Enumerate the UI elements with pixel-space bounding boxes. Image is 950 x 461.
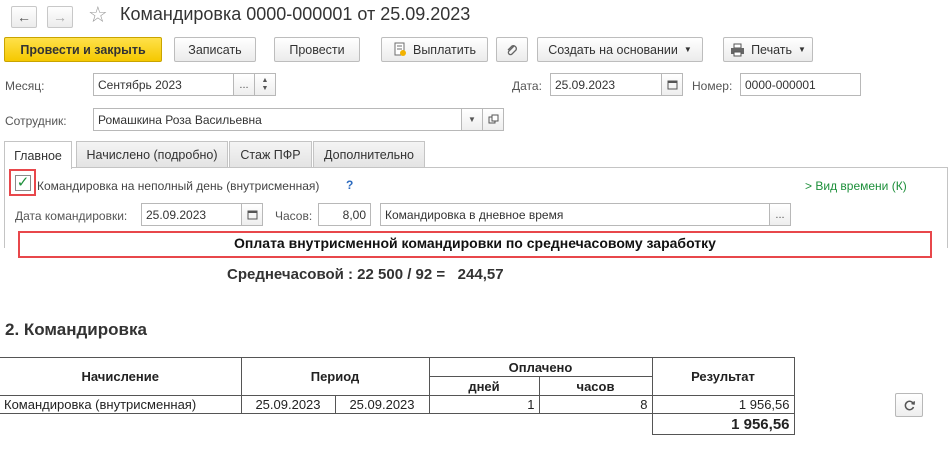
date-field[interactable]: 25.09.2023 (550, 73, 662, 96)
cell-result: 1 956,56 (651, 395, 795, 414)
chevron-down-icon: ▼ (261, 84, 269, 92)
save-button[interactable]: Записать (174, 37, 256, 62)
col-hours: часов (538, 376, 653, 396)
hours-label: Часов: (275, 209, 313, 223)
chevron-down-icon: ▼ (798, 45, 806, 54)
tab-additional-label: Дополнительно (324, 148, 414, 162)
number-field[interactable]: 0000-000001 (740, 73, 861, 96)
month-field[interactable]: Сентябрь 2023 (93, 73, 234, 96)
tab-additional[interactable]: Дополнительно (313, 141, 425, 168)
col-result: Результат (651, 357, 795, 396)
total-row: 1 956,56 (0, 413, 795, 435)
col-period: Период (240, 357, 430, 396)
total-spacer (241, 414, 335, 435)
printer-icon (731, 43, 745, 56)
table-row: Командировка (внутрисменная) 25.09.2023 … (0, 395, 795, 414)
print-button[interactable]: Печать ▼ (723, 37, 813, 62)
chevron-down-icon: ▼ (683, 45, 692, 54)
tab-pfr-seniority[interactable]: Стаж ПФР (229, 141, 312, 168)
trip-report-table: Начисление Период Оплачено Результат дне… (0, 357, 795, 435)
col-days: дней (428, 376, 540, 396)
cell-hours: 8 (538, 395, 653, 414)
page-title: Командировка 0000-000001 от 25.09.2023 (120, 4, 471, 24)
arrow-right-icon: → (53, 9, 67, 25)
calendar-icon (247, 210, 257, 220)
calendar-button[interactable] (661, 73, 683, 96)
report-banner: Оплата внутрисменной командировки по сре… (234, 235, 716, 251)
total-spacer (335, 414, 429, 435)
col-paid: Оплачено (428, 357, 653, 377)
part-day-trip-checkbox[interactable]: ✓ (15, 175, 31, 191)
tab-pfr-seniority-label: Стаж ПФР (240, 148, 301, 162)
chevron-up-icon: ▲ (261, 76, 269, 84)
time-view-label: Вид времени (К) (815, 179, 907, 193)
tab-divider (4, 167, 948, 168)
month-select-button[interactable]: ... (233, 73, 255, 96)
employee-dropdown-button[interactable]: ▼ (461, 108, 483, 131)
date-label: Дата: (512, 79, 542, 93)
cell-total: 1 956,56 (651, 413, 795, 435)
tab-panel-border (4, 168, 5, 248)
month-label: Месяц: (5, 79, 45, 93)
create-based-on-label: Создать на основании (548, 42, 678, 57)
refresh-button[interactable] (895, 393, 923, 417)
create-based-on-button[interactable]: Создать на основании ▼ (537, 37, 703, 62)
forward-button[interactable]: → (47, 6, 73, 28)
cell-days: 1 (428, 395, 540, 414)
part-day-trip-label[interactable]: Командировка на неполный день (внутрисме… (37, 179, 319, 193)
post-label: Провести (289, 42, 345, 57)
time-view-link[interactable]: > Вид времени (К) (805, 179, 907, 193)
number-label: Номер: (692, 79, 733, 93)
paperclip-icon (507, 44, 517, 55)
total-spacer (0, 414, 241, 435)
refresh-icon (904, 400, 915, 410)
document-icon (394, 42, 406, 56)
month-stepper[interactable]: ▲ ▼ (254, 73, 276, 96)
cell-period-from: 25.09.2023 (240, 395, 336, 414)
tab-panel-border (947, 168, 948, 248)
calendar-icon (667, 80, 677, 90)
print-label: Печать (751, 42, 793, 57)
employee-open-button[interactable] (482, 108, 504, 131)
trip-calendar-button[interactable] (241, 203, 263, 226)
cell-period-to: 25.09.2023 (334, 395, 430, 414)
col-accrual: Начисление (0, 357, 242, 396)
pay-label: Выплатить (412, 42, 476, 57)
hours-field[interactable]: 8,00 (318, 203, 371, 226)
post-and-close-button[interactable]: Провести и закрыть (4, 37, 162, 62)
chevron-right-icon: > (805, 179, 813, 193)
tab-accrued-details[interactable]: Начислено (подробно) (76, 141, 228, 168)
total-spacer (539, 413, 652, 435)
tab-accrued-details-label: Начислено (подробно) (86, 148, 218, 162)
cell-accrual: Командировка (внутрисменная) (0, 395, 242, 414)
tab-main-label: Главное (14, 148, 62, 163)
post-button[interactable]: Провести (274, 37, 360, 62)
employee-field[interactable]: Ромашкина Роза Васильевна (93, 108, 462, 131)
back-button[interactable]: ← (11, 6, 37, 28)
trip-date-label: Дата командировки: (15, 209, 128, 223)
post-and-close-label: Провести и закрыть (20, 42, 146, 57)
open-window-icon (488, 114, 498, 124)
section-title: 2. Командировка (5, 320, 147, 339)
hourly-formula: Среднечасовой : 22 500 / 92 = 244,57 (227, 266, 504, 283)
help-icon[interactable]: ? (346, 178, 353, 192)
chevron-down-icon: ▼ (468, 115, 476, 124)
employee-label: Сотрудник: (5, 114, 67, 128)
save-label: Записать (188, 42, 242, 57)
time-type-select-button[interactable]: ... (769, 203, 791, 226)
checkmark-icon: ✓ (16, 174, 30, 191)
tab-main[interactable]: Главное (4, 141, 72, 169)
trip-date-field[interactable]: 25.09.2023 (141, 203, 242, 226)
attach-button[interactable] (496, 37, 528, 62)
total-spacer (429, 413, 539, 435)
arrow-left-icon: ← (17, 9, 31, 25)
pay-button[interactable]: Выплатить (381, 37, 488, 62)
time-type-field[interactable]: Командировка в дневное время (380, 203, 770, 226)
star-icon[interactable]: ☆ (88, 2, 108, 28)
